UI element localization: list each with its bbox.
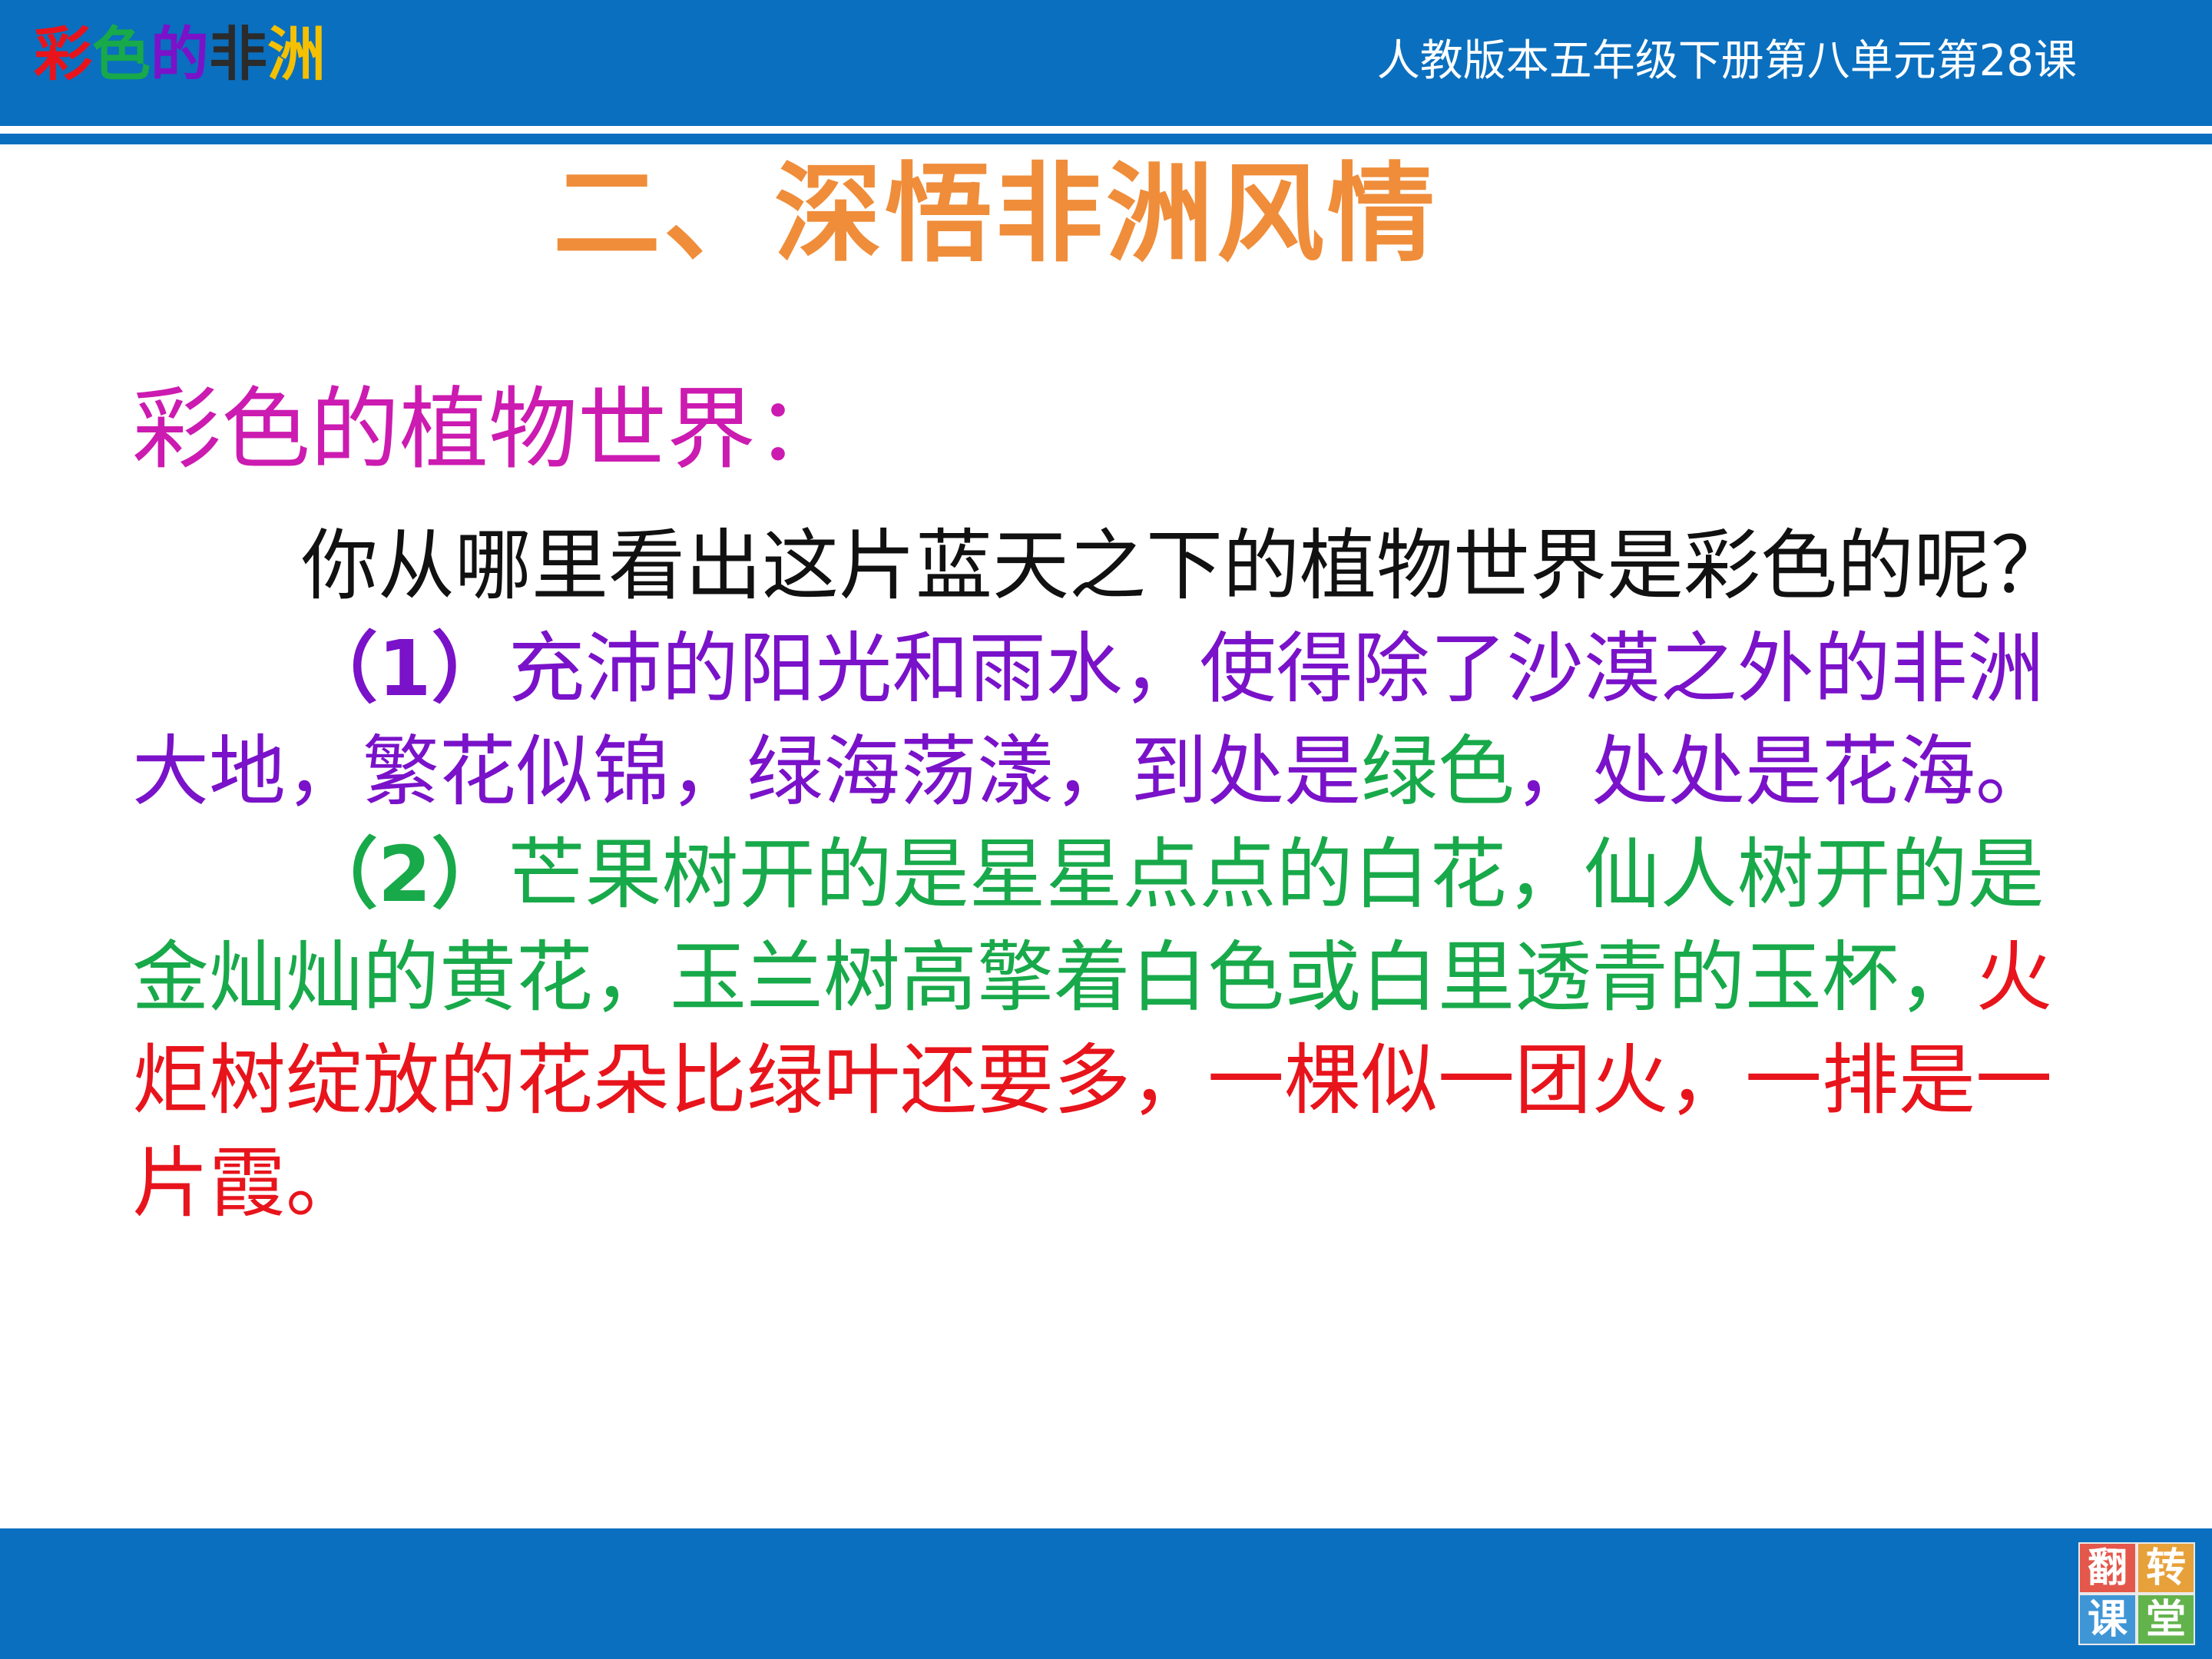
badge-char-4: 堂 [2138, 1595, 2194, 1644]
section-title: 二、深悟非洲风情 [553, 152, 1439, 277]
header-divider-blue [0, 134, 2212, 144]
lesson-label: 人教版本五年级下册第八单元第28课 [1376, 36, 2077, 86]
badge-char-3: 课 [2080, 1595, 2135, 1644]
brand-title: 彩色的非洲 [34, 20, 326, 89]
brand-char-3: 的 [151, 20, 209, 88]
brand-char-2: 色 [92, 20, 151, 88]
badge-char-2: 转 [2138, 1544, 2194, 1592]
flipped-classroom-badge: 翻 转 课 堂 [2078, 1542, 2195, 1645]
answer-2-number: （2） [301, 830, 508, 919]
header-divider-white [0, 126, 2212, 134]
question-text: 你从哪里看出这片蓝天之下的植物世界是彩色的呢？ [301, 521, 2068, 611]
footer-bar [0, 1528, 2212, 1659]
answer-1-paragraph: （1）充沛的阳光和雨水，使得除了沙漠之外的非洲大地，繁花似锦，绿海荡漾，到处是绿… [132, 618, 2098, 823]
brand-char-4: 非 [209, 20, 267, 88]
question-paragraph: 你从哪里看出这片蓝天之下的植物世界是彩色的呢？ [132, 515, 2098, 618]
body-text: 你从哪里看出这片蓝天之下的植物世界是彩色的呢？ （1）充沛的阳光和雨水，使得除了… [132, 515, 2098, 1235]
badge-char-1: 翻 [2080, 1544, 2135, 1592]
brand-char-1: 彩 [34, 20, 92, 88]
answer-1-number: （1） [301, 624, 508, 714]
brand-char-5: 洲 [267, 20, 326, 88]
subtitle: 彩色的植物世界： [132, 378, 845, 482]
answer-1-text-after: ，处处是花海。 [1515, 727, 2052, 816]
answer-1-highlight: 绿色 [1361, 727, 1515, 816]
answer-2-paragraph: （2）芒果树开的是星星点点的白花，仙人树开的是金灿灿的黄花，玉兰树高擎着白色或白… [132, 823, 2098, 1235]
